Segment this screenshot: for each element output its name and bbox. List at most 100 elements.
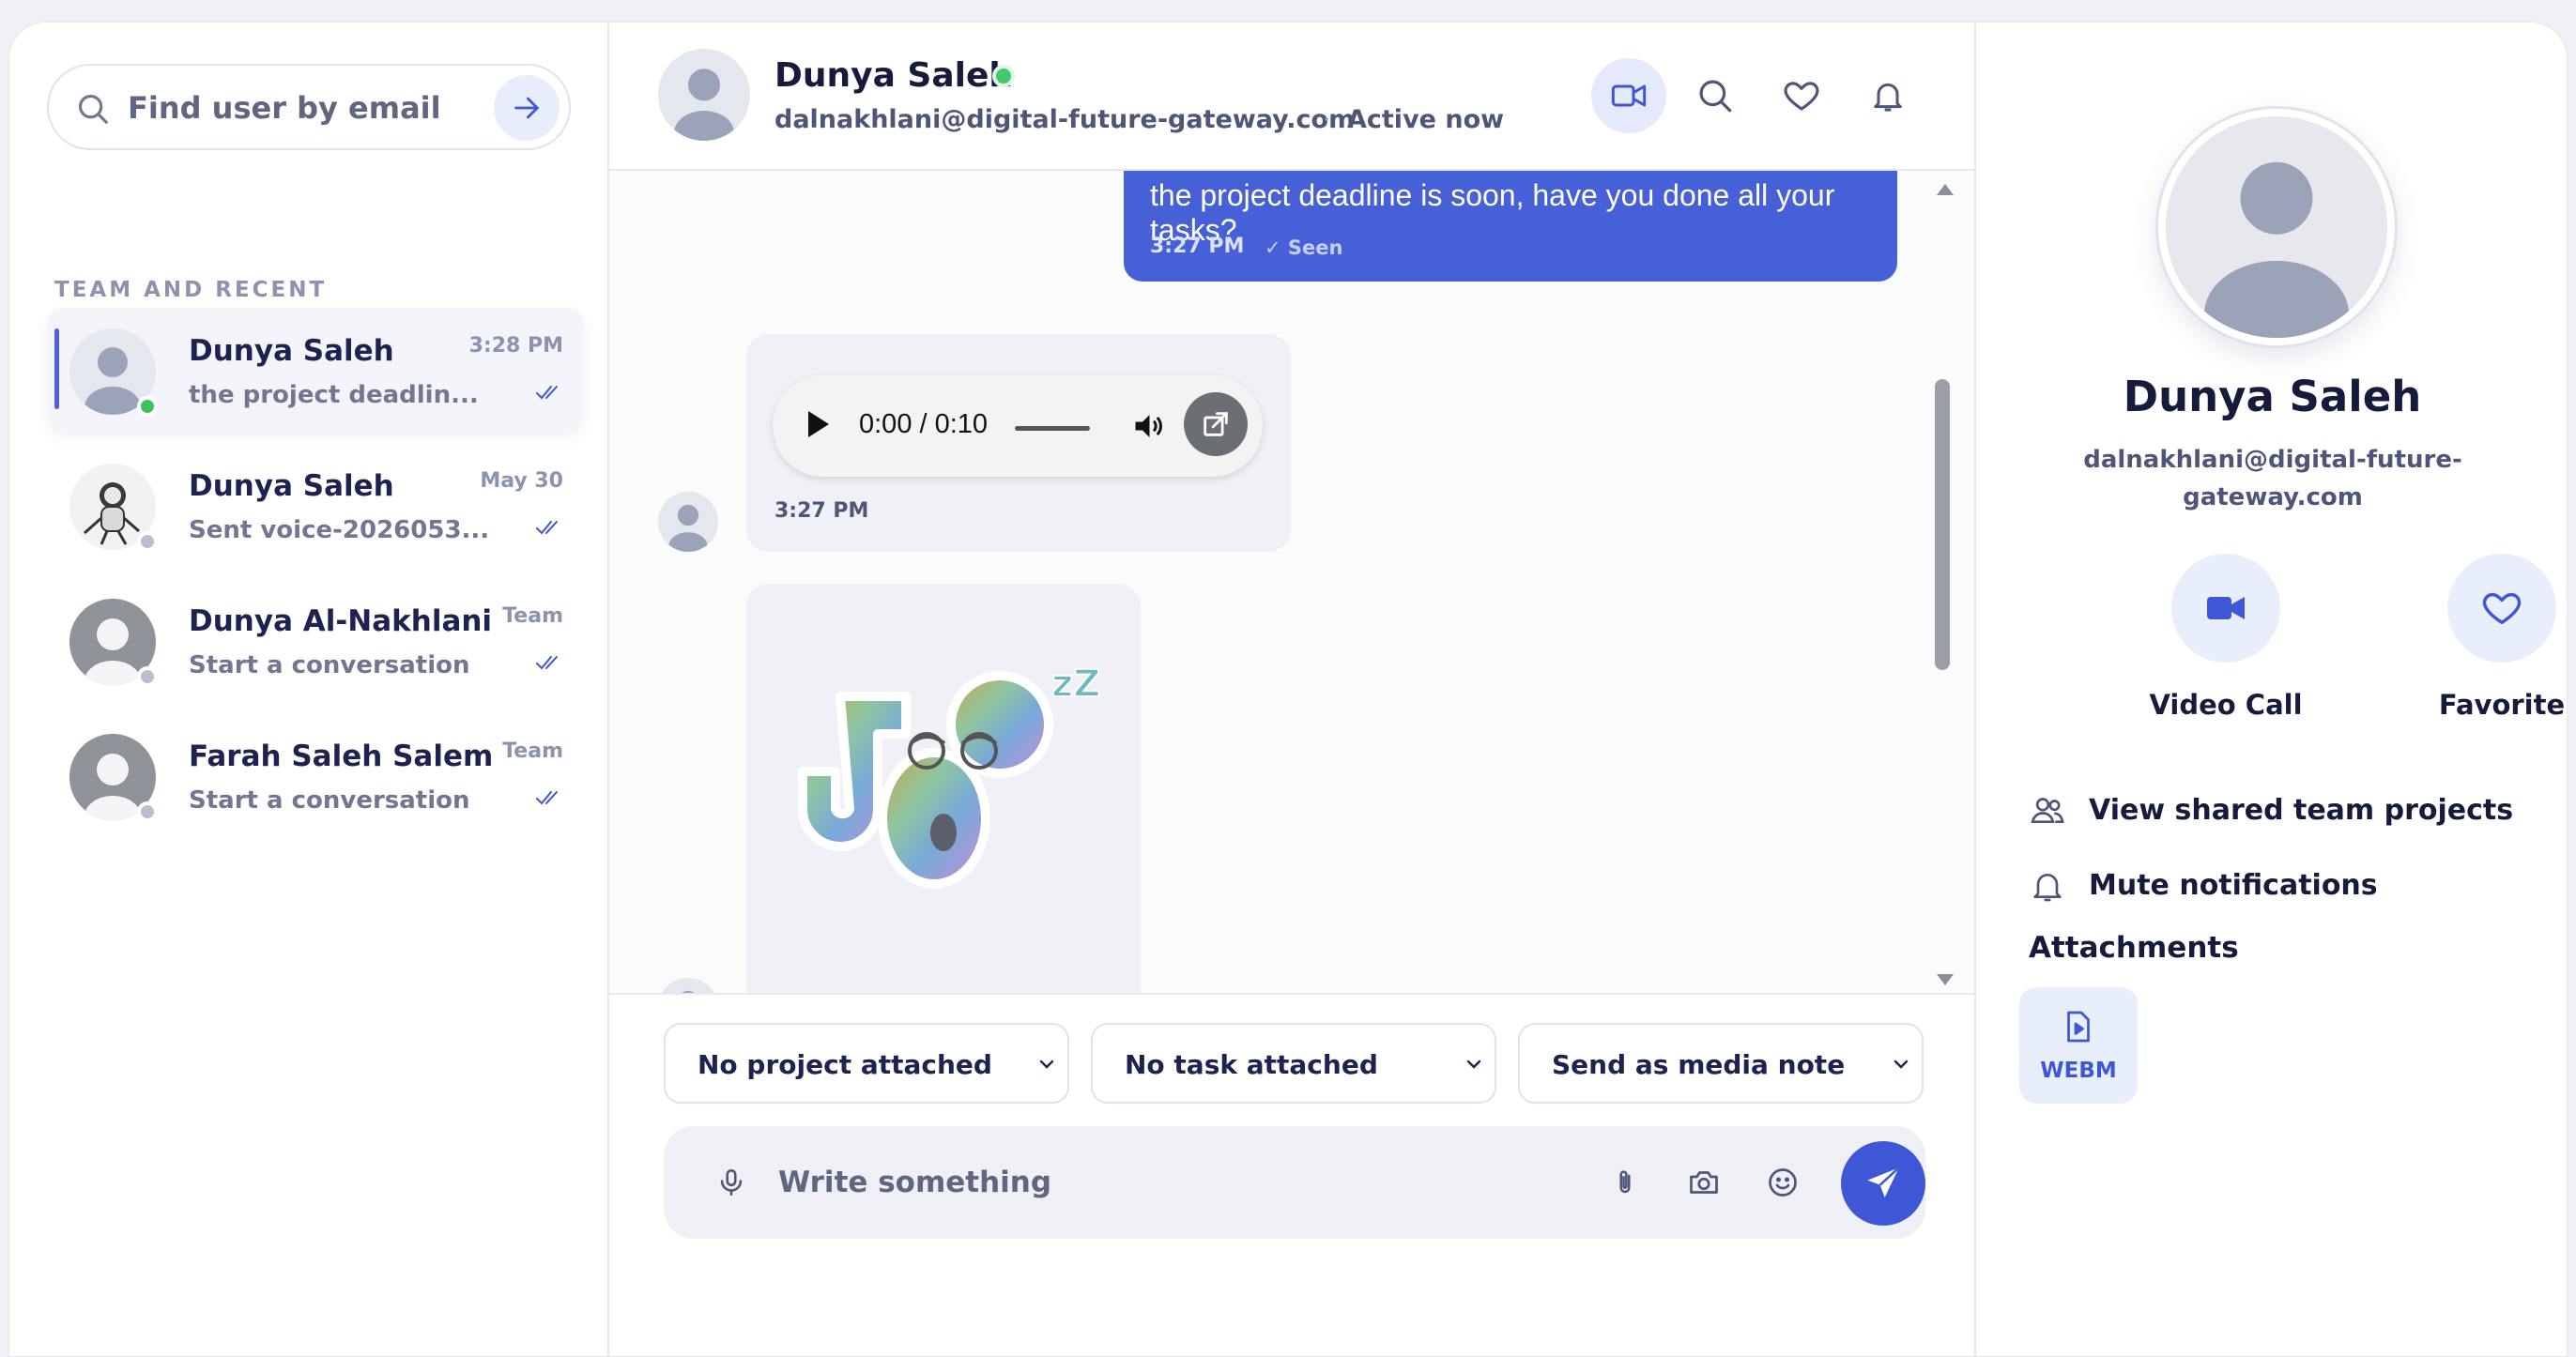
project-select[interactable]: No project attached [664, 1023, 1069, 1104]
emoji-button[interactable] [1762, 1162, 1803, 1203]
scroll-up-icon[interactable] [1937, 184, 1954, 195]
double-check-icon [536, 656, 558, 670]
default-avatar-icon [658, 978, 718, 993]
paperclip-icon [1619, 1170, 1631, 1194]
scroll-down-icon[interactable] [1937, 974, 1954, 985]
profile-name: Dunya Saleh [2123, 372, 2422, 421]
audio-progress-slider[interactable] [1015, 426, 1090, 431]
incoming-sticker-message: zZ [746, 584, 1141, 993]
conversation-preview: Start a conversation [189, 651, 470, 679]
chat-pane: Dunya Saleh dalnakhlani@digital-future-g… [609, 23, 1974, 1356]
double-check-icon [536, 521, 558, 535]
message-input[interactable] [778, 1156, 1510, 1209]
profile-email-line: dalnakhlani@digital-future- [2083, 446, 2462, 474]
presence-dot [137, 531, 158, 552]
project-select-value: No project attached [698, 1049, 992, 1080]
attachment-item[interactable]: WEBM [2019, 987, 2138, 1104]
attach-button[interactable] [1604, 1162, 1646, 1203]
conversation-item[interactable]: Dunya Saleh the project deadlin... 3:28 … [47, 308, 584, 430]
task-select-value: No task attached [1125, 1049, 1378, 1080]
message-input-bar [664, 1126, 1925, 1239]
microphone-icon [720, 1168, 743, 1197]
user-search [47, 64, 571, 150]
message-time: 3:27 PM [1150, 235, 1245, 258]
send-icon [1867, 1166, 1900, 1197]
contact-email: dalnakhlani@digital-future-gateway.com [774, 105, 1356, 134]
conversation-name: Dunya Saleh [189, 334, 394, 368]
send-button[interactable] [1841, 1141, 1925, 1226]
search-messages-button[interactable] [1678, 58, 1753, 133]
task-select[interactable]: No task attached [1091, 1023, 1496, 1104]
play-icon[interactable] [808, 411, 829, 437]
chat-app: TEAM AND RECENT Dunya Saleh the project … [8, 22, 2568, 1357]
attachment-type: WEBM [2040, 1059, 2117, 1083]
avatar[interactable] [658, 49, 750, 141]
conversation-time: May 30 [480, 469, 563, 493]
chevron-down-icon [1466, 1060, 1481, 1069]
conversation-item[interactable]: Dunya Al-Nakhlani Start a conversation T… [47, 578, 584, 700]
sender-avatar [658, 978, 718, 993]
chevron-down-icon [1894, 1060, 1909, 1069]
profile-panel: Dunya Saleh dalnakhlani@digital-future- … [1974, 23, 2567, 1356]
media-file-icon [2067, 1011, 2090, 1043]
presence-dot [137, 396, 158, 417]
message-time: 3:27 PM [774, 499, 869, 523]
emoji-icon [1769, 1168, 1797, 1197]
send-mode-select[interactable]: Send as media note [1518, 1023, 1924, 1104]
section-label: TEAM AND RECENT [54, 278, 328, 302]
heart-icon [1784, 82, 1819, 111]
send-mode-select-value: Send as media note [1552, 1049, 1846, 1080]
voice-record-button[interactable] [711, 1162, 752, 1203]
favorite-button[interactable] [1764, 58, 1839, 133]
online-indicator [992, 65, 1015, 87]
conversation-name: Dunya Saleh [189, 469, 394, 503]
presence-dot [137, 801, 158, 822]
conversation-item[interactable]: Farah Saleh Salem Start a conversation T… [47, 713, 584, 835]
conversation-preview: Sent voice-2026053... [189, 516, 490, 544]
favorite-label: Favorite [2438, 689, 2566, 721]
scrollbar[interactable] [1935, 171, 1961, 993]
composer: No project attached No task attached Sen… [609, 993, 1974, 1356]
view-shared-projects-label: View shared team projects [2089, 794, 2514, 827]
profile-avatar [2158, 109, 2395, 345]
video-call-button[interactable] [1591, 58, 1666, 133]
message-list[interactable]: the project deadline is soon, have you d… [609, 171, 1974, 993]
search-submit-button[interactable] [494, 75, 560, 141]
search-input[interactable] [128, 83, 466, 133]
camera-button[interactable] [1683, 1162, 1725, 1203]
conversation-preview: the project deadlin... [189, 381, 479, 409]
video-camera-icon [1611, 84, 1647, 107]
incoming-audio-message: 0:00 / 0:10 3:27 PM [746, 334, 1291, 552]
conversation-name: Dunya Al-Nakhlani [189, 604, 493, 638]
profile-video-call-button[interactable]: Video Call [2141, 554, 2310, 721]
popout-button[interactable] [1184, 392, 1248, 456]
read-receipt: ✓ Seen [1265, 236, 1343, 259]
audio-player: 0:00 / 0:10 [773, 375, 1263, 477]
conversation-time: 3:28 PM [468, 334, 563, 358]
sleepy-gear-sticker-icon: zZ [798, 662, 1101, 889]
scrollbar-thumb[interactable] [1935, 379, 1950, 670]
separator: · [1323, 105, 1331, 134]
volume-icon[interactable] [1131, 409, 1165, 443]
users-icon [2031, 798, 2064, 823]
default-avatar-icon [658, 49, 750, 141]
profile-favorite-button[interactable]: Favorite [2417, 554, 2567, 721]
bell-icon [2033, 874, 2062, 902]
profile-email-line: gateway.com [2183, 483, 2363, 511]
conversation-item[interactable]: Dunya Saleh Sent voice-2026053... May 30 [47, 443, 584, 565]
read-receipt-label: Seen [1287, 236, 1343, 259]
video-camera-icon [2207, 597, 2245, 619]
conversation-time: Team [502, 739, 563, 763]
conversation-preview: Start a conversation [189, 786, 470, 815]
sidebar: TEAM AND RECENT Dunya Saleh the project … [9, 23, 609, 1356]
notifications-button[interactable] [1850, 58, 1925, 133]
bell-icon [1874, 83, 1902, 112]
profile-email: dalnakhlani@digital-future- gateway.com [2070, 441, 2476, 516]
heart-icon [2482, 592, 2522, 625]
favorite-circle [2447, 554, 2556, 663]
default-avatar-icon [658, 492, 718, 552]
contact-status: Active now [1347, 105, 1505, 134]
external-link-icon [1204, 412, 1228, 436]
svg-text:zZ: zZ [1051, 663, 1100, 706]
message-text: the project deadline is soon, have you d… [1150, 178, 1835, 247]
